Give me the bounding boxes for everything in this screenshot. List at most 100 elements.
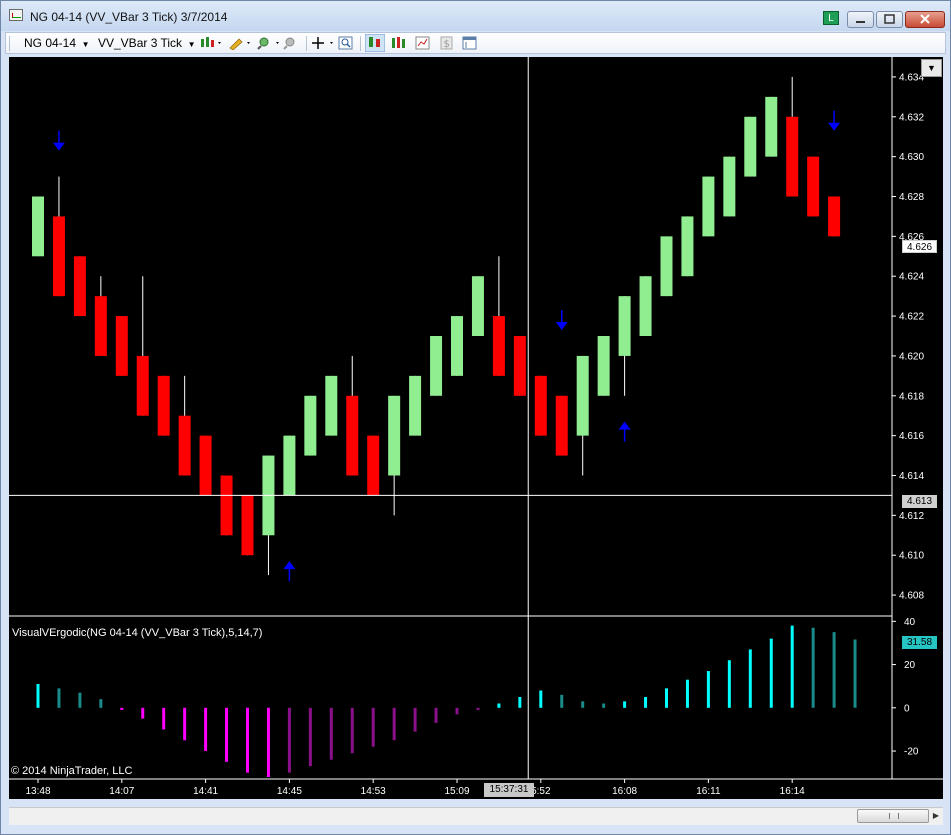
chevron-down-icon: ▼ [185, 40, 196, 49]
candle-up [681, 216, 694, 277]
time-tick-label: 14:41 [193, 786, 218, 797]
time-tick-label: 13:48 [25, 786, 50, 797]
candle-down [367, 435, 380, 496]
candle-up [409, 375, 422, 436]
dollar-icon[interactable]: $ [439, 36, 455, 50]
candle-up [597, 336, 610, 396]
zoom-out-icon[interactable] [282, 36, 300, 50]
price-tick-label: 4.628 [899, 192, 924, 203]
chart-app-icon [9, 9, 23, 21]
minimize-button[interactable] [847, 11, 874, 28]
sell-signal-arrow [828, 122, 841, 131]
scrollbar-thumb[interactable] [857, 809, 929, 823]
candle-down [157, 375, 170, 436]
crosshair-icon[interactable] [311, 36, 335, 50]
indicator-tick-label: -20 [904, 747, 919, 758]
indicator-tick-label: 40 [904, 617, 916, 628]
bar-type-label: VV_VBar 3 Tick [98, 36, 183, 50]
candle-up [639, 276, 652, 336]
chart-menu-dropdown[interactable]: ▼ [921, 59, 942, 77]
price-tick-label: 4.618 [899, 391, 924, 402]
time-tick-label: 16:11 [696, 786, 721, 797]
candle-down [241, 495, 254, 556]
instrument-label: NG 04-14 [24, 36, 77, 50]
bar-type-selector[interactable]: VV_VBar 3 Tick ▼ [98, 35, 196, 51]
price-tick-label: 4.612 [899, 511, 924, 522]
buy-signal-arrow [283, 561, 296, 570]
candle-up [471, 276, 484, 336]
candle-down [199, 435, 212, 496]
price-tick-label: 4.614 [899, 471, 924, 482]
sell-signal-arrow [555, 322, 568, 331]
price-tick-label: 4.608 [899, 591, 924, 602]
instrument-selector[interactable]: NG 04-14 ▼ [24, 35, 90, 51]
chart-canvas[interactable]: 4.608 4.610 4.612 4.614 4.616 4.618 4.620 4.622… [9, 57, 943, 799]
candle-down [136, 355, 149, 416]
indicator-tick-label: 20 [904, 660, 916, 671]
time-tick-label: 16:08 [612, 786, 637, 797]
maximize-button[interactable] [876, 11, 903, 28]
price-tick-label: 4.610 [899, 551, 924, 562]
close-icon [920, 14, 930, 24]
window-title: NG 04-14 (VV_VBar 3 Tick) 3/7/2014 [30, 10, 228, 24]
magnifier-icon[interactable] [338, 36, 354, 50]
candle-up [723, 156, 736, 217]
candlestick-style-icon[interactable] [199, 36, 223, 50]
pencil-draw-icon[interactable] [228, 36, 252, 50]
candle-up [765, 96, 778, 157]
crosshair-price-marker: 4.613 [902, 495, 937, 508]
candle-down [513, 336, 526, 396]
candle-down [178, 415, 191, 476]
time-tick-label: 15:09 [444, 786, 469, 797]
indicator-icon[interactable] [391, 36, 407, 50]
chevron-down-icon: ▼ [927, 63, 936, 73]
data-box-icon[interactable] [462, 36, 478, 50]
candle-up [304, 395, 317, 456]
candle-down [73, 256, 86, 317]
horizontal-scrollbar[interactable]: ▶ [9, 807, 943, 825]
maximize-icon [884, 14, 895, 24]
zoom-in-icon[interactable] [257, 36, 281, 50]
candle-up [451, 316, 463, 376]
candle-up [32, 196, 44, 257]
candle-up [702, 176, 715, 237]
buy-signal-arrow [618, 421, 631, 430]
candle-down [828, 196, 841, 237]
minimize-icon [856, 21, 865, 23]
price-tick-label: 4.620 [899, 351, 924, 362]
chart-panel[interactable]: 4.608 4.610 4.612 4.614 4.616 4.618 4.620 4.622… [9, 57, 943, 799]
strategy-icon[interactable] [365, 34, 385, 52]
close-button[interactable] [905, 11, 945, 28]
link-button[interactable]: L [823, 11, 839, 25]
candle-up [618, 296, 631, 356]
scroll-right-arrow-icon[interactable]: ▶ [930, 809, 942, 823]
candle-down [555, 395, 568, 456]
properties-icon[interactable] [415, 36, 431, 50]
time-tick-label: 16:14 [780, 786, 805, 797]
sell-signal-arrow [52, 142, 65, 151]
candle-up [744, 116, 757, 177]
candle-up [576, 355, 589, 436]
price-tick-label: 4.624 [899, 272, 924, 283]
copyright-text: © 2014 NinjaTrader, LLC [11, 765, 133, 777]
price-tick-label: 4.630 [899, 152, 924, 163]
svg-text:$: $ [444, 39, 450, 50]
indicator-label: VisualVErgodic(NG 04-14 (VV_VBar 3 Tick)… [12, 627, 263, 639]
candle-up [325, 375, 338, 436]
last-price-marker: 4.626 [902, 240, 937, 253]
candle-down [534, 375, 547, 436]
candle-down [115, 316, 128, 376]
time-tick-label: 14:53 [361, 786, 386, 797]
time-tick-label: 5:52 [531, 786, 551, 797]
price-tick-label: 4.622 [899, 312, 924, 323]
candle-down [346, 395, 359, 476]
chart-toolbar: NG 04-14 ▼ VV_VBar 3 Tick ▼ $ [5, 32, 946, 54]
candle-up [388, 395, 401, 476]
candle-down [52, 216, 65, 297]
toolbar-separator [360, 36, 361, 51]
candle-down [220, 475, 233, 536]
chart-window: NG 04-14 (VV_VBar 3 Tick) 3/7/2014 L NG … [0, 0, 951, 835]
title-bar[interactable]: NG 04-14 (VV_VBar 3 Tick) 3/7/2014 L [1, 1, 950, 31]
price-tick-label: 4.616 [899, 431, 924, 442]
price-tick-label: 4.632 [899, 112, 924, 123]
